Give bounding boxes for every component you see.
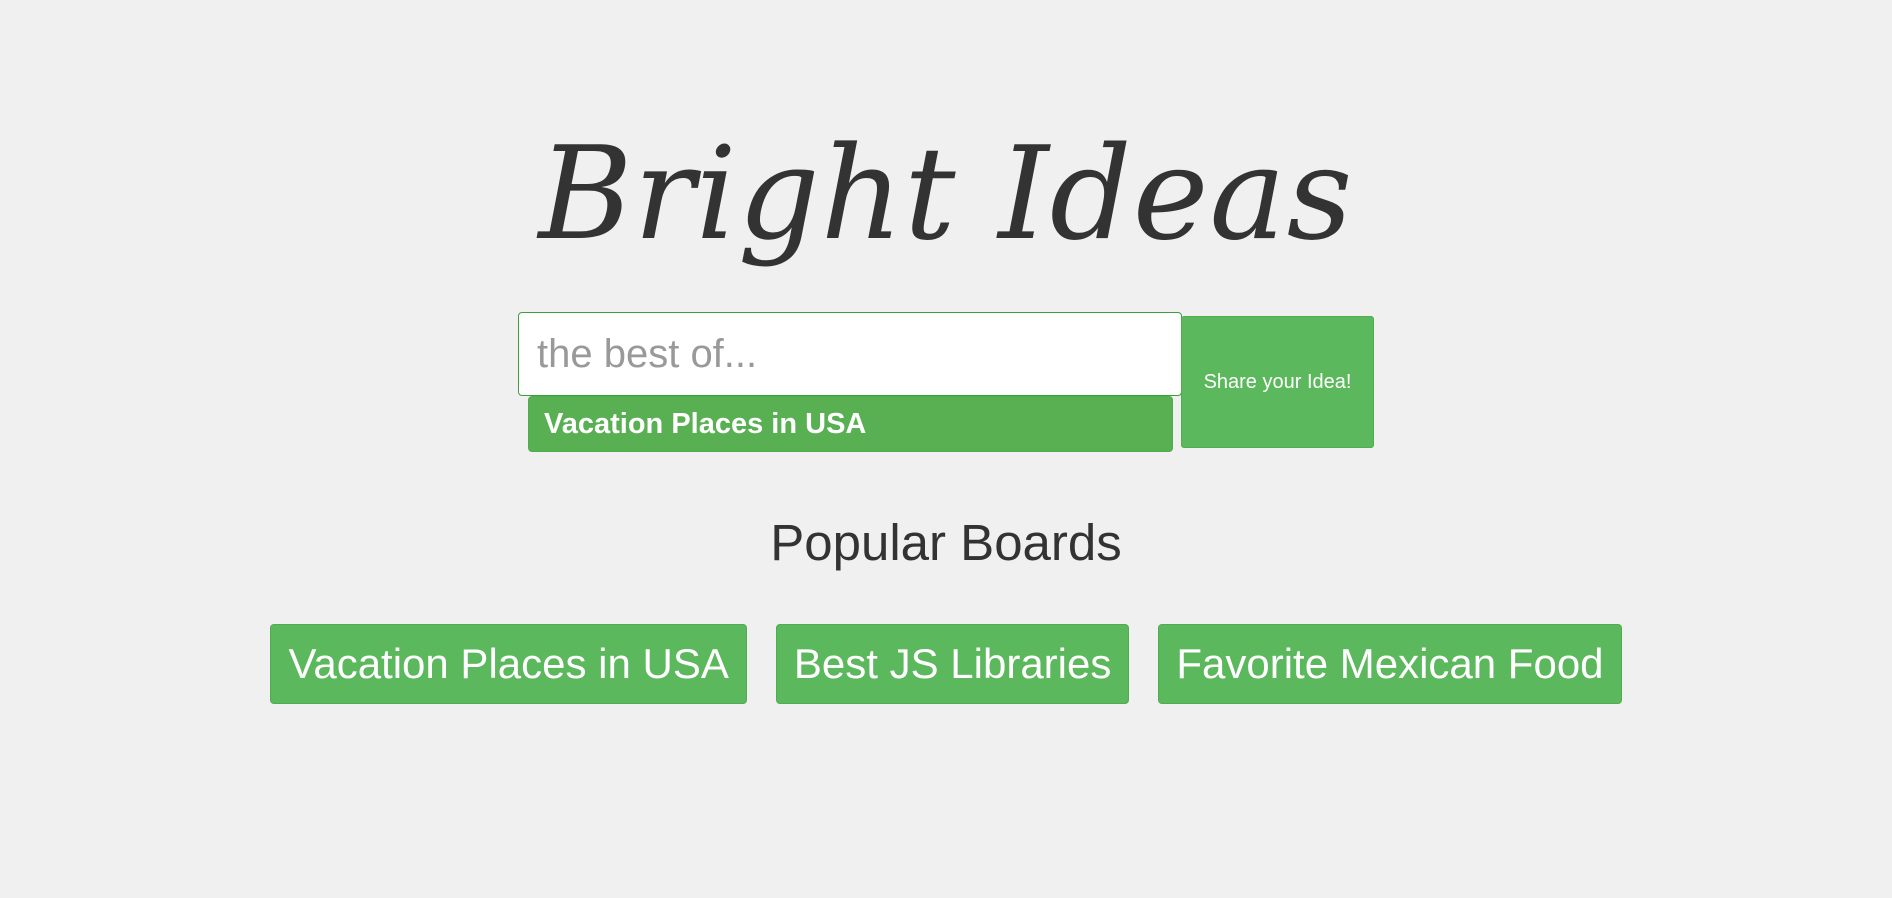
board-button-favorite-mexican-food[interactable]: Favorite Mexican Food: [1158, 624, 1622, 704]
popular-boards-list: Vacation Places in USA Best JS Libraries…: [0, 624, 1892, 704]
board-button-vacation-places[interactable]: Vacation Places in USA: [270, 624, 747, 704]
share-idea-button[interactable]: Share your Idea!: [1181, 316, 1374, 448]
board-button-best-js-libraries[interactable]: Best JS Libraries: [775, 624, 1130, 704]
popular-boards-heading: Popular Boards: [770, 514, 1122, 571]
search-input[interactable]: [518, 312, 1182, 396]
autocomplete-suggestion[interactable]: Vacation Places in USA: [528, 396, 1173, 452]
app-title: Bright Ideas: [538, 120, 1354, 269]
